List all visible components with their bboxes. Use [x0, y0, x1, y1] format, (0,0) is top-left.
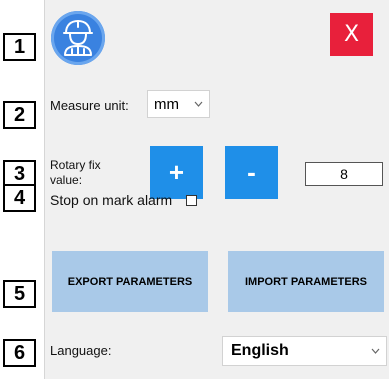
- rotary-decrease-button[interactable]: -: [225, 146, 278, 199]
- callout-badge-6: 6: [3, 339, 36, 367]
- rotary-fix-label-line2: value:: [50, 173, 83, 187]
- measure-unit-label: Measure unit:: [50, 98, 129, 113]
- engineer-helmet-icon: [63, 20, 93, 56]
- stop-on-mark-alarm-label: Stop on mark alarm: [50, 192, 173, 208]
- measure-unit-value: mm: [154, 95, 179, 113]
- language-label: Language:: [50, 343, 112, 358]
- callout-badge-2: 2: [3, 101, 36, 129]
- measure-unit-select[interactable]: mm: [147, 90, 210, 118]
- language-value: English: [231, 342, 289, 359]
- close-button[interactable]: X: [330, 13, 373, 56]
- stop-on-mark-alarm-checkbox[interactable]: [186, 195, 197, 206]
- chevron-down-icon: [194, 101, 203, 107]
- user-avatar[interactable]: [51, 11, 105, 65]
- close-icon: X: [343, 22, 360, 47]
- chevron-down-icon: [371, 348, 380, 354]
- language-select[interactable]: English: [222, 336, 387, 366]
- callout-badge-4: 4: [3, 184, 36, 212]
- rotary-fix-label-line1: Rotary fix: [50, 158, 101, 172]
- callout-badge-5: 5: [3, 280, 36, 308]
- import-parameters-button[interactable]: IMPORT PARAMETERS: [228, 251, 384, 312]
- rotary-fix-value-input[interactable]: 8: [305, 162, 383, 186]
- callout-badge-1: 1: [3, 33, 36, 61]
- export-parameters-button[interactable]: EXPORT PARAMETERS: [52, 251, 208, 312]
